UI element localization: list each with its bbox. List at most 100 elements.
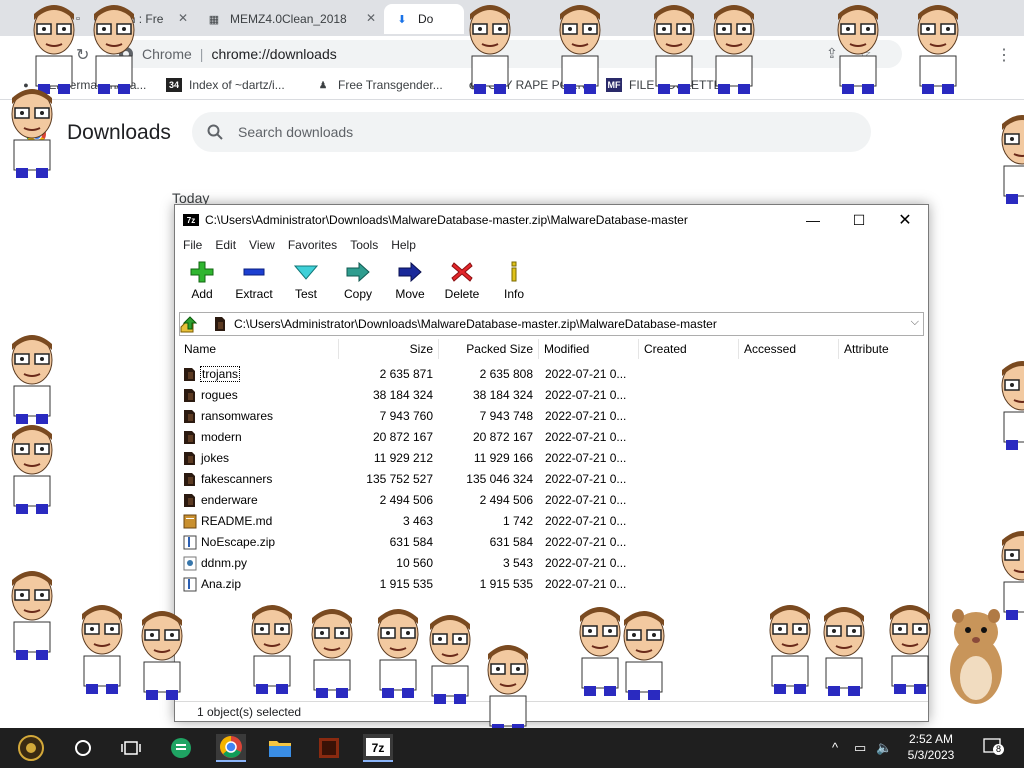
table-row[interactable]: README.md 3 463 1 742 2022-07-21 0... [179, 511, 924, 532]
file-modified: 2022-07-21 0... [545, 556, 627, 570]
file-packed-size: 7 943 748 [479, 409, 533, 423]
volume-muted-icon[interactable]: 🔈 [876, 740, 892, 756]
up-folder-icon[interactable] [178, 315, 200, 335]
menu-help[interactable]: Help [391, 238, 416, 252]
mascot-icon [93, 5, 135, 94]
column-header-created[interactable]: Created [639, 339, 739, 359]
folder-icon [184, 431, 195, 444]
path-combobox[interactable]: C:\Users\Administrator\Downloads\Malware… [179, 312, 924, 336]
chrome-icon[interactable] [216, 734, 246, 762]
file-name: jokes [201, 451, 230, 465]
file-name: enderware [201, 493, 258, 507]
table-row[interactable]: Ana.zip 1 915 535 1 915 535 2022-07-21 0... [179, 574, 924, 595]
menu-favorites[interactable]: Favorites [288, 238, 337, 252]
add-button[interactable]: Add [175, 261, 229, 307]
table-row[interactable]: ddnm.py 10 560 3 543 2022-07-21 0... [179, 553, 924, 574]
file-explorer-icon[interactable] [265, 734, 295, 762]
close-icon[interactable]: ✕ [366, 11, 376, 25]
app-icon[interactable] [314, 734, 344, 762]
table-row[interactable]: modern 20 872 167 20 872 167 2022-07-21 0..… [179, 427, 924, 448]
mascot-icon [837, 5, 879, 94]
7zip-icon[interactable]: 7z [363, 734, 393, 762]
menu-edit[interactable]: Edit [215, 238, 236, 252]
search-downloads-input[interactable]: Search downloads [192, 112, 871, 152]
folder-icon [184, 452, 195, 465]
table-row[interactable]: trojans 2 635 871 2 635 808 2022-07-21 0... [179, 364, 924, 385]
tab-downloads[interactable]: ⬇ Do [384, 4, 464, 34]
table-row[interactable]: jokes 11 929 212 11 929 166 2022-07-21 0... [179, 448, 924, 469]
delete-button[interactable]: Delete [435, 261, 489, 307]
notification-button[interactable]: 8 [983, 738, 1004, 756]
file-name: rogues [201, 388, 238, 402]
mascot-icon [889, 605, 931, 694]
column-header-name[interactable]: Name [179, 339, 339, 359]
column-header-size[interactable]: Size [339, 339, 439, 359]
file-size: 631 584 [389, 535, 433, 549]
clock[interactable]: 2:52 AM 5/3/2023 [896, 731, 966, 763]
copy-button[interactable]: Copy [331, 261, 385, 307]
tool-label: Move [395, 287, 425, 301]
test-button[interactable]: Test [279, 261, 333, 307]
cortana-icon[interactable] [68, 734, 98, 762]
maximize-button[interactable]: ☐ [836, 205, 882, 235]
folder-icon [184, 389, 195, 402]
bookmark-free[interactable]: ♟ Free Transgender... [315, 78, 443, 92]
table-row[interactable]: fakescanners 135 752 527 135 046 324 2022-0… [179, 469, 924, 490]
move-button[interactable]: Move [383, 261, 437, 307]
chevron-up-icon[interactable]: ^ [832, 740, 838, 755]
extract-button[interactable]: Extract [227, 261, 281, 307]
column-header-accessed[interactable]: Accessed [739, 339, 839, 359]
status-text: 1 object(s) selected [197, 704, 302, 719]
folder-icon [184, 368, 195, 381]
table-row[interactable]: enderware 2 494 506 2 494 506 2022-07-21 0.… [179, 490, 924, 511]
file-packed-size: 2 494 506 [479, 493, 533, 507]
close-icon[interactable]: ✕ [178, 11, 188, 25]
tab-memz[interactable]: ▦ MEMZ4.0Clean_2018 ✕ [196, 4, 384, 34]
menu-file[interactable]: File [183, 238, 202, 252]
mascot-icon [487, 645, 529, 734]
file-size: 11 929 212 [373, 451, 433, 465]
column-header-modified[interactable]: Modified [539, 339, 639, 359]
date-text: 5/3/2023 [907, 748, 955, 762]
tool-label: Test [294, 287, 317, 301]
hamster-icon [950, 609, 1002, 704]
file-modified: 2022-07-21 0... [545, 493, 627, 507]
menu-view[interactable]: View [249, 238, 275, 252]
mascot-icon [81, 605, 123, 694]
table-row[interactable]: ransomwares 7 943 760 7 943 748 2022-07-21 … [179, 406, 924, 427]
window-title: C:\Users\Administrator\Downloads\Malware… [205, 213, 688, 227]
table-row[interactable]: NoEscape.zip 631 584 631 584 2022-07-21 0..… [179, 532, 924, 553]
file-packed-size: 631 584 [489, 535, 533, 549]
column-header-packed-size[interactable]: Packed Size [439, 339, 539, 359]
column-header-attribute[interactable]: Attribute [839, 339, 924, 359]
menu-kebab-icon[interactable]: ⋮ [996, 45, 1012, 65]
file-size: 38 184 324 [372, 388, 433, 402]
url-text: chrome://downloads [211, 46, 337, 62]
chevron-down-icon[interactable]: ⌵ [911, 316, 919, 329]
7zip-logo-icon: 7z [183, 214, 199, 226]
copy-arrow-icon [346, 261, 370, 283]
mascot-icon [1001, 115, 1024, 204]
table-row[interactable]: rogues 38 184 324 38 184 324 2022-07-21 0..… [179, 385, 924, 406]
mascot-icon [141, 611, 183, 700]
mascot-icon [823, 607, 865, 696]
minimize-button[interactable]: — [790, 205, 836, 235]
start-icon[interactable] [16, 734, 46, 762]
network-icon[interactable]: ▭ [854, 740, 866, 756]
sheets-icon[interactable] [166, 734, 196, 762]
current-path: C:\Users\Administrator\Downloads\Malware… [234, 317, 717, 331]
folder-icon [184, 494, 195, 507]
info-button[interactable]: Info [487, 261, 541, 307]
mascot-icon [713, 5, 755, 94]
search-placeholder: Search downloads [238, 124, 354, 140]
file-size: 2 494 506 [379, 493, 433, 507]
menu-tools[interactable]: Tools [350, 238, 378, 252]
site-label: Chrome [142, 46, 192, 62]
tool-label: Extract [235, 287, 273, 301]
bookmark-index[interactable]: 34 Index of ~dartz/i... [166, 78, 285, 92]
task-view-icon[interactable] [116, 734, 146, 762]
file-modified: 2022-07-21 0... [545, 367, 627, 381]
document-icon: ▦ [208, 13, 220, 26]
mascot-icon [623, 611, 665, 700]
close-button[interactable]: ✕ [882, 205, 928, 235]
